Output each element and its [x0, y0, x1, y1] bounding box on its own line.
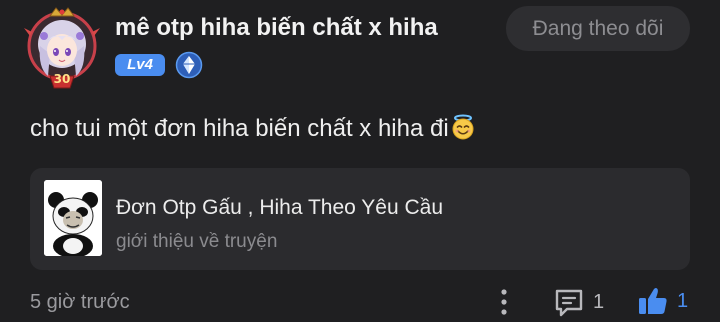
linked-story-card[interactable]: Đơn Otp Gấu , Hiha Theo Yêu Cầu giới thi…: [30, 168, 690, 270]
like-button[interactable]: 1: [637, 284, 688, 318]
avatar-frame-number: 30: [53, 72, 71, 86]
story-title: Đơn Otp Gấu , Hiha Theo Yêu Cầu: [116, 196, 444, 219]
post-card: 30 mê otp hiha biến chất x hiha Lv4 Đang…: [0, 0, 720, 322]
author-username[interactable]: mê otp hiha biến chất x hiha: [115, 14, 438, 42]
author-avatar[interactable]: 30: [20, 6, 104, 90]
more-vertical-icon: [501, 289, 507, 315]
thumbs-up-icon: [639, 288, 667, 314]
more-options-button[interactable]: [490, 286, 518, 318]
comment-button[interactable]: 1: [553, 286, 604, 318]
like-count: 1: [677, 289, 689, 312]
post-timestamp: 5 giờ trước: [30, 291, 130, 313]
smiling-face-with-halo-icon: [450, 114, 476, 147]
comment-count: 1: [593, 290, 605, 313]
comment-icon: [555, 289, 583, 317]
level-badge: Lv4: [115, 54, 165, 76]
post-content: cho tui một đơn hiha biến chất x hiha đi: [30, 114, 476, 147]
following-button[interactable]: Đang theo dõi: [506, 6, 690, 51]
post-text: cho tui một đơn hiha biến chất x hiha đi: [30, 115, 449, 142]
panda-meme-icon: [44, 180, 102, 256]
blue-diamond-rank-icon: [175, 51, 203, 79]
story-subtitle: giới thiệu về truyện: [116, 231, 278, 252]
